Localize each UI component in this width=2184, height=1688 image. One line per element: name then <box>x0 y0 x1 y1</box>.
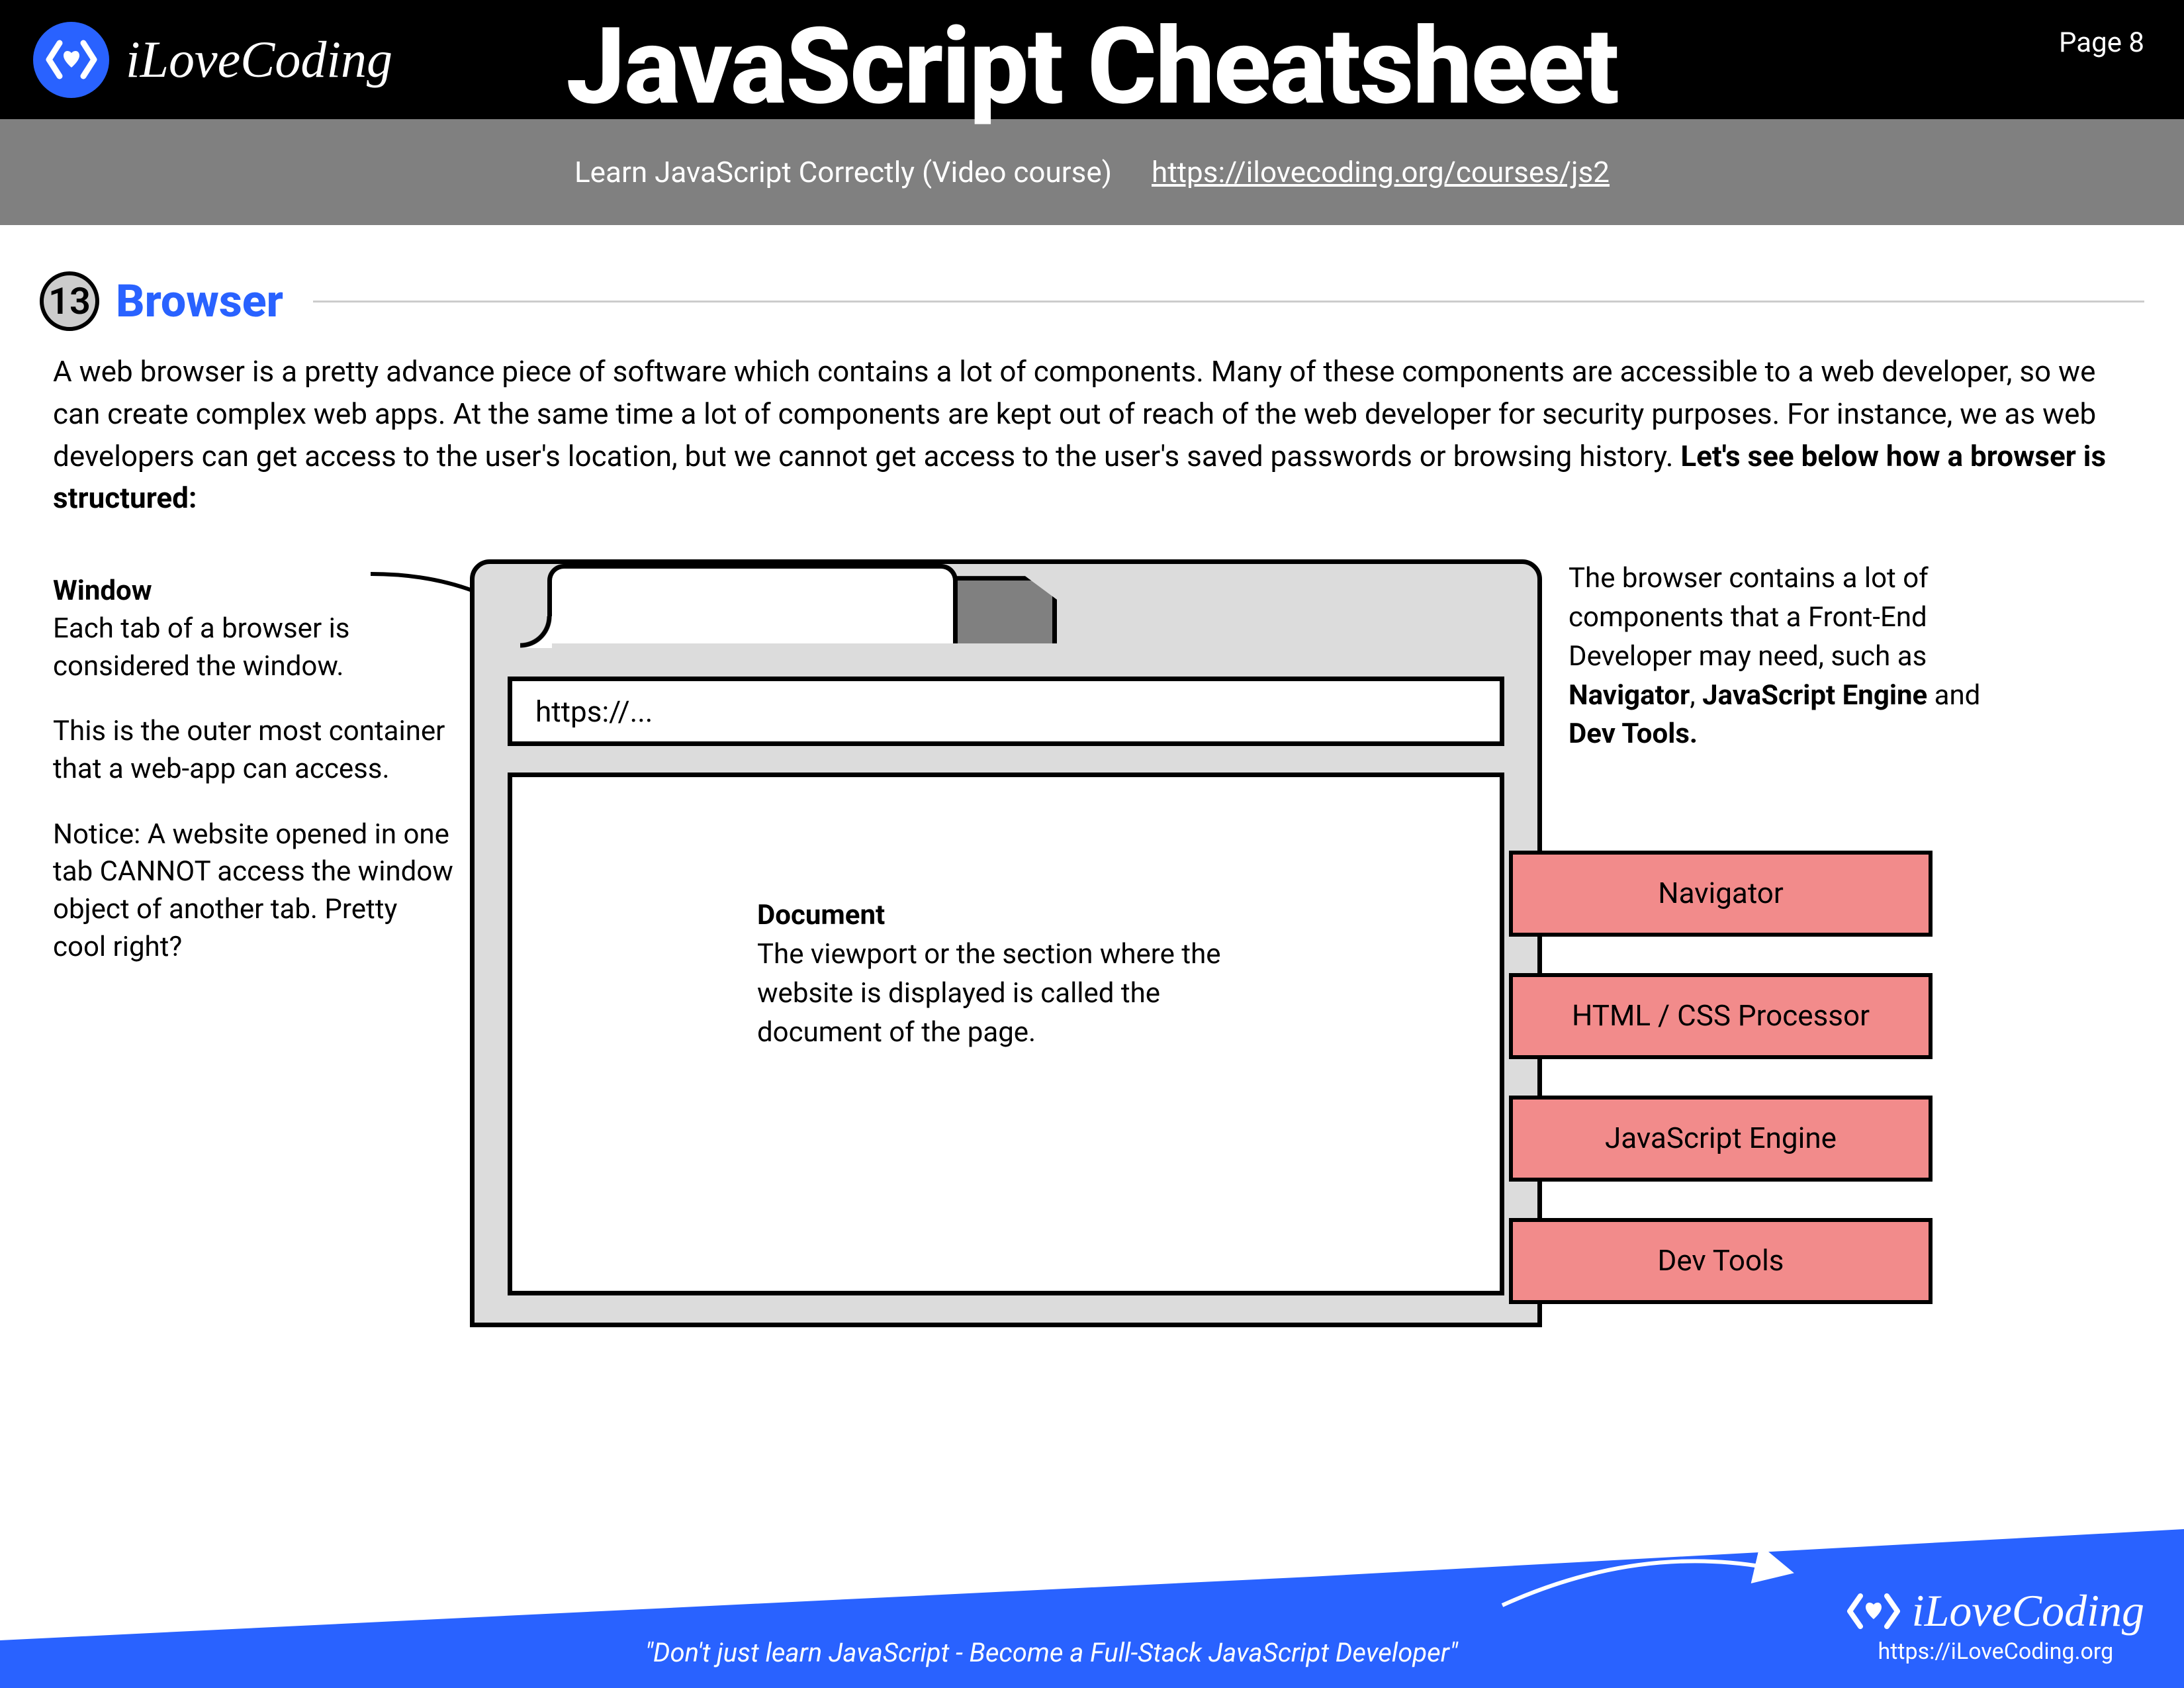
logo-icon <box>33 22 109 98</box>
pill-html-css: HTML / CSS Processor <box>1509 973 1933 1059</box>
pill-navigator: Navigator <box>1509 851 1933 937</box>
right-b2: JavaScript Engine <box>1702 679 1927 712</box>
components-annotation: The browser contains a lot of components… <box>1569 559 1999 767</box>
right-m2: and <box>1927 679 1980 712</box>
pill-js-engine: JavaScript Engine <box>1509 1096 1933 1182</box>
viewport: Document The viewport or the section whe… <box>508 773 1504 1295</box>
pill-dev-tools: Dev Tools <box>1509 1218 1933 1304</box>
footer: "Don't just learn JavaScript - Become a … <box>0 1529 2184 1688</box>
brand-group: iLoveCoding <box>33 22 392 98</box>
footer-quote: "Don't just learn JavaScript - Become a … <box>645 1637 1458 1668</box>
tab-strip <box>475 564 1537 643</box>
address-bar: https://... <box>508 677 1504 746</box>
section-header: 13 Browser <box>40 271 2144 331</box>
active-tab <box>547 564 958 643</box>
window-p2: This is the outer most container that a … <box>53 713 457 788</box>
window-p1: Each tab of a browser is considered the … <box>53 612 350 682</box>
window-p3: Notice: A website opened in one tab CANN… <box>53 816 457 966</box>
footer-url: https://iLoveCoding.org <box>1878 1638 2114 1665</box>
diagram: Window Each tab of a browser is consider… <box>53 559 2144 1327</box>
inactive-tab <box>951 576 1057 643</box>
course-link[interactable]: https://ilovecoding.org/courses/js2 <box>1152 155 1610 189</box>
intro-paragraph: A web browser is a pretty advance piece … <box>53 351 2131 520</box>
component-pills: Navigator HTML / CSS Processor JavaScrip… <box>1509 851 1933 1304</box>
browser-mock: https://... Document The viewport or the… <box>470 559 1542 1327</box>
footer-logo-icon <box>1847 1588 1900 1634</box>
page-title: JavaScript Cheatsheet <box>566 5 1617 129</box>
right-b1: Navigator <box>1569 679 1690 712</box>
brand-text: iLoveCoding <box>126 30 392 89</box>
section-number-badge: 13 <box>40 271 99 331</box>
browser-window: https://... Document The viewport or the… <box>470 559 1542 1327</box>
footer-arrow-icon <box>1496 1542 1800 1615</box>
document-label: Document <box>757 899 885 931</box>
header-bar: iLoveCoding JavaScript Cheatsheet Page 8 <box>0 0 2184 119</box>
right-b3: Dev Tools. <box>1569 718 1698 750</box>
divider <box>313 301 2144 303</box>
right-prefix: The browser contains a lot of components… <box>1569 562 1929 673</box>
section-title: Browser <box>116 275 283 328</box>
document-text: The viewport or the section where the we… <box>757 935 1234 1052</box>
subheader-text: Learn JavaScript Correctly (Video course… <box>574 155 1112 189</box>
page-number: Page 8 <box>2059 26 2144 59</box>
window-label: Window <box>53 575 152 607</box>
right-m1: , <box>1690 679 1702 712</box>
footer-brand-group: iLoveCoding https://iLoveCoding.org <box>1847 1585 2144 1665</box>
url-text: https://... <box>535 694 653 729</box>
sub-header: Learn JavaScript Correctly (Video course… <box>0 119 2184 225</box>
footer-brand-text: iLoveCoding <box>1912 1585 2144 1637</box>
